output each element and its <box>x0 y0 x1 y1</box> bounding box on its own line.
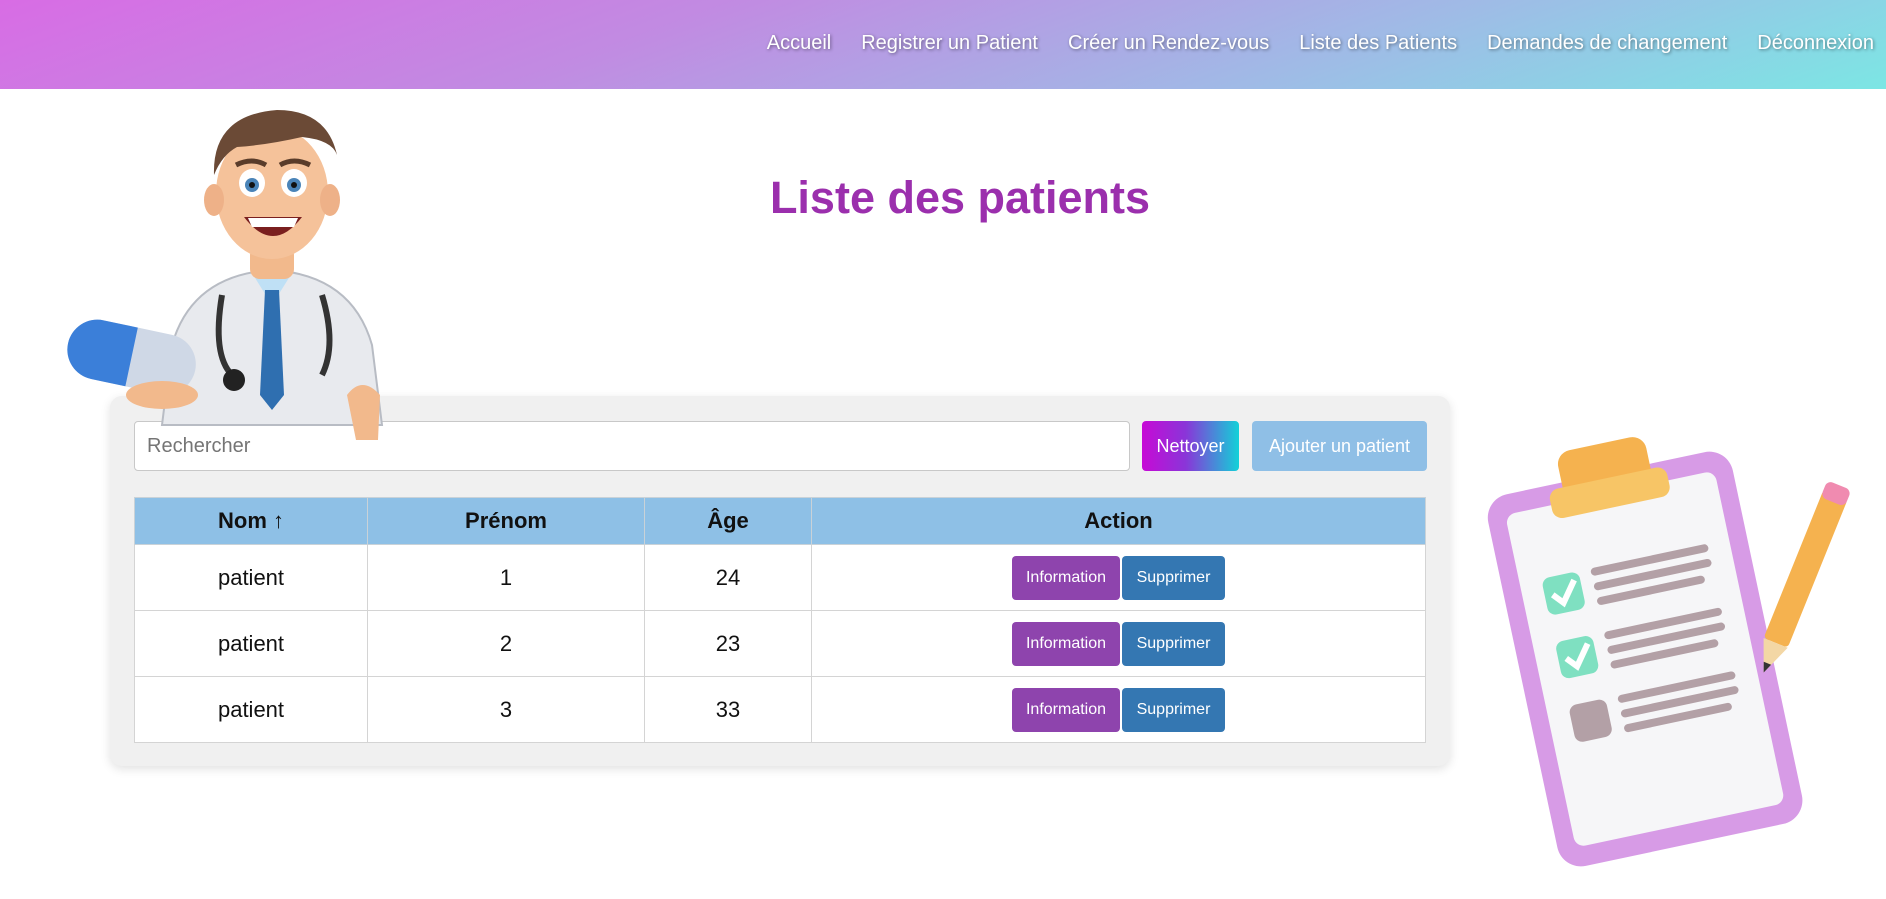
cell-age: 24 <box>644 544 812 611</box>
column-header-prenom[interactable]: Prénom <box>367 497 645 545</box>
cell-prenom: 1 <box>367 544 645 611</box>
cell-prenom: 2 <box>367 610 645 677</box>
patients-card: Nettoyer Ajouter un patient Nom ↑ Prénom… <box>110 396 1450 766</box>
nav-menu: Accueil Registrer un Patient Créer un Re… <box>737 30 1874 56</box>
nav-item-accueil[interactable]: Accueil <box>767 30 831 56</box>
delete-button[interactable]: Supprimer <box>1122 687 1225 732</box>
delete-button[interactable]: Supprimer <box>1122 621 1225 666</box>
nav-item-liste-patients[interactable]: Liste des Patients <box>1299 30 1457 56</box>
nav-item-deconnexion[interactable]: Déconnexion <box>1757 30 1874 56</box>
nav-item-demandes-changement[interactable]: Demandes de changement <box>1487 30 1727 56</box>
cell-prenom: 3 <box>367 676 645 743</box>
cell-nom: patient <box>134 544 368 611</box>
clipboard-checklist-icon <box>1487 437 1850 867</box>
table-row: patient 2 23 Information Supprimer <box>134 610 1426 677</box>
nav-item-registrer-patient[interactable]: Registrer un Patient <box>861 30 1038 56</box>
column-header-nom[interactable]: Nom ↑ <box>134 497 368 545</box>
patients-table: Nom ↑ Prénom Âge Action patient 1 24 Inf… <box>134 497 1426 743</box>
cell-nom: patient <box>134 610 368 677</box>
clear-button[interactable]: Nettoyer <box>1142 421 1239 471</box>
cell-action: Information Supprimer <box>811 544 1426 611</box>
cell-age: 23 <box>644 610 812 677</box>
cell-age: 33 <box>644 676 812 743</box>
cell-action: Information Supprimer <box>811 610 1426 677</box>
cell-nom: patient <box>134 676 368 743</box>
table-row: patient 3 33 Information Supprimer <box>134 676 1426 743</box>
top-navbar: Accueil Registrer un Patient Créer un Re… <box>0 0 1886 89</box>
column-header-action: Action <box>811 497 1426 545</box>
information-button[interactable]: Information <box>1012 555 1120 600</box>
table-row: patient 1 24 Information Supprimer <box>134 544 1426 611</box>
cell-action: Information Supprimer <box>811 676 1426 743</box>
nav-item-creer-rendez-vous[interactable]: Créer un Rendez-vous <box>1068 30 1269 56</box>
doctor-cartoon-icon <box>67 110 384 440</box>
information-button[interactable]: Information <box>1012 687 1120 732</box>
column-header-age[interactable]: Âge <box>644 497 812 545</box>
add-patient-button[interactable]: Ajouter un patient <box>1252 421 1427 471</box>
table-header-row: Nom ↑ Prénom Âge Action <box>134 497 1426 545</box>
information-button[interactable]: Information <box>1012 621 1120 666</box>
delete-button[interactable]: Supprimer <box>1122 555 1225 600</box>
